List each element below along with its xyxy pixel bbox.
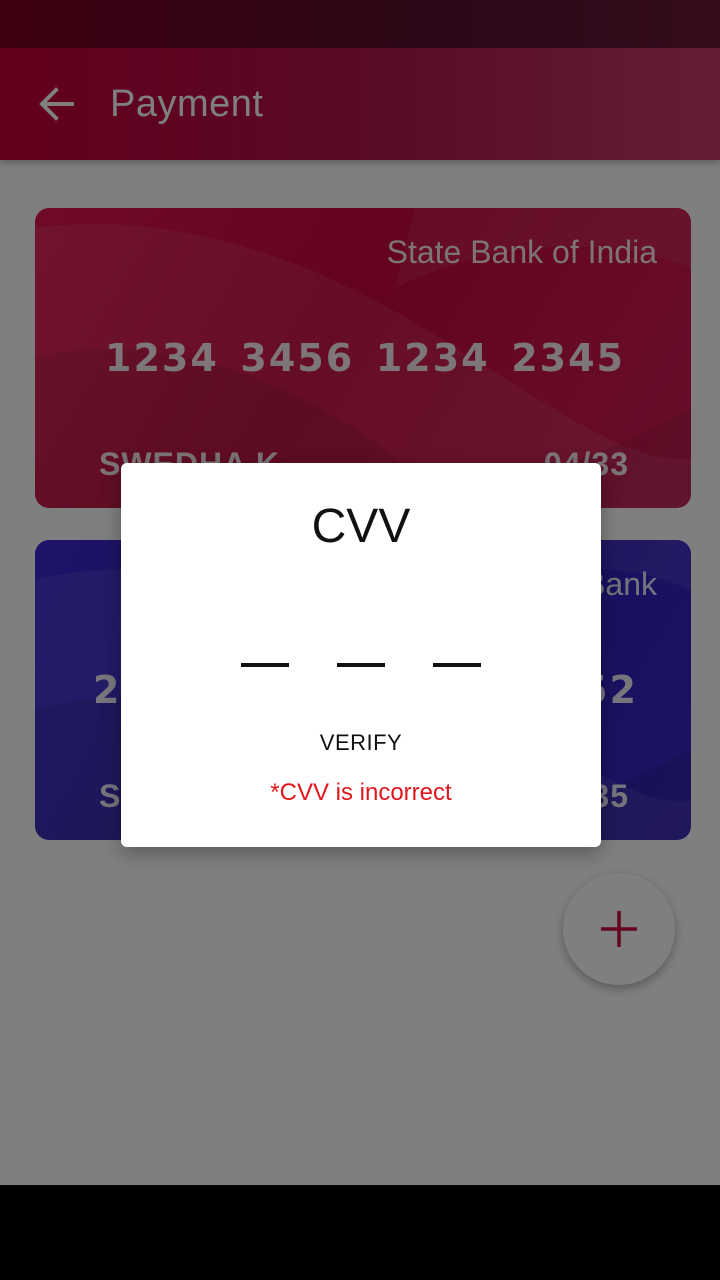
cvv-input[interactable] (241, 663, 481, 667)
dialog-title: CVV (311, 500, 411, 553)
verify-button[interactable]: VERIFY (281, 725, 441, 761)
cvv-digit-slot[interactable] (241, 663, 289, 667)
error-message: *CVV is incorrect (270, 779, 452, 806)
cvv-digit-slot[interactable] (433, 663, 481, 667)
cvv-digit-slot[interactable] (337, 663, 385, 667)
payment-screen: Payment State Bank of India 1234 3456 12… (0, 0, 720, 1185)
cvv-dialog: CVV VERIFY *CVV is incorrect (121, 463, 601, 847)
